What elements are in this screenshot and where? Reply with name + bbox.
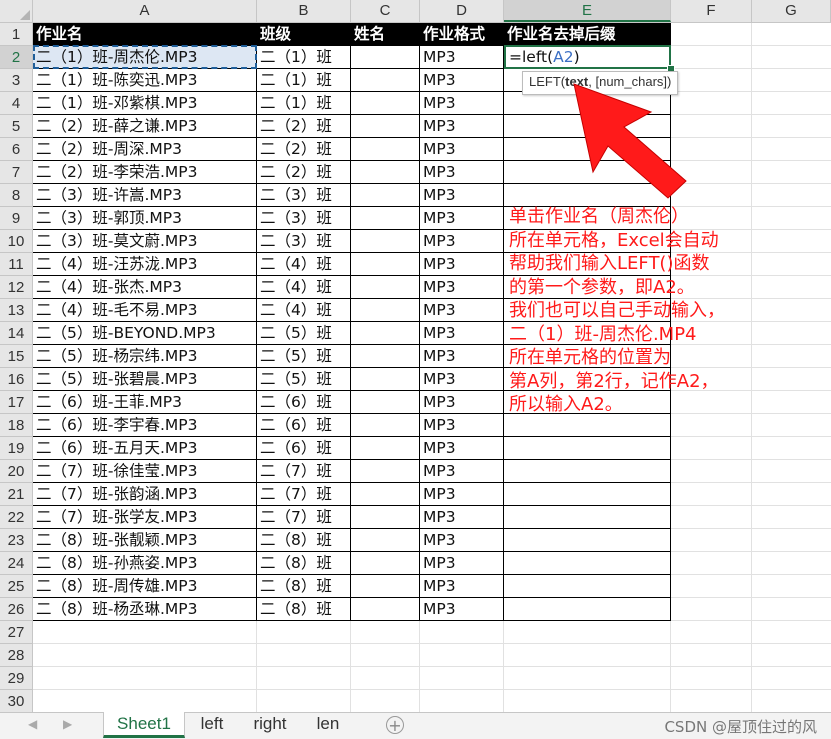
add-sheet-icon[interactable]: + (386, 716, 404, 734)
arrow-shape (573, 83, 687, 199)
tab-len[interactable]: len (305, 712, 351, 738)
spreadsheet-grid[interactable]: ABCDEFG 1 2 3 4 5 6 7 8 9 10 11 12 13 14 15 16 17 18 19 20 2… (0, 0, 831, 712)
red-arrow-icon (573, 83, 687, 199)
sheet-tab-bar: ◀ ▶ Sheet1 left right len + CSDN @屋顶住过的风 (0, 712, 831, 739)
next-sheet-icon[interactable]: ▶ (63, 717, 72, 731)
prev-sheet-icon[interactable]: ◀ (28, 717, 37, 731)
tab-right[interactable]: right (241, 712, 299, 738)
watermark: CSDN @屋顶住过的风 (664, 718, 817, 736)
tab-sheet1[interactable]: Sheet1 (103, 712, 185, 738)
tab-left[interactable]: left (189, 712, 235, 738)
